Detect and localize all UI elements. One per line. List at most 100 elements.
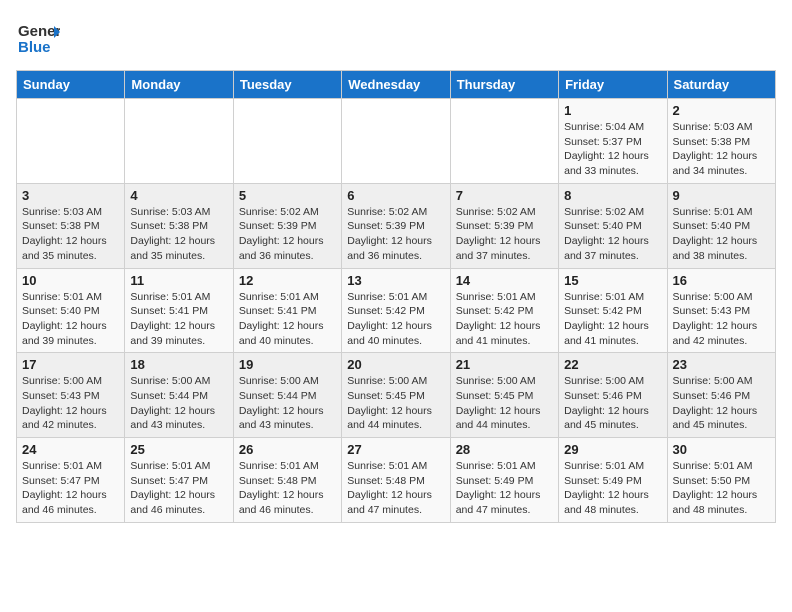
day-number: 13 <box>347 273 444 288</box>
calendar-cell: 26Sunrise: 5:01 AM Sunset: 5:48 PM Dayli… <box>233 438 341 523</box>
calendar-cell: 21 Sunrise: 5:00 AM Sunset: 5:45 PM Dayli… <box>450 353 558 438</box>
day-number: 3 <box>22 188 119 203</box>
calendar-header-thursday: Thursday <box>450 71 558 99</box>
calendar-week-row: 3Sunrise: 5:03 AM Sunset: 5:38 PM Daylig… <box>17 183 776 268</box>
calendar-cell: 20 Sunrise: 5:00 AM Sunset: 5:45 PM Dayli… <box>342 353 450 438</box>
day-number: 25 <box>130 442 227 457</box>
calendar-cell: 18 Sunrise: 5:00 AM Sunset: 5:44 PM Dayli… <box>125 353 233 438</box>
day-number: 21 <box>456 357 553 372</box>
day-number: 22 <box>564 357 661 372</box>
day-number: 28 <box>456 442 553 457</box>
calendar-cell <box>342 99 450 184</box>
svg-text:General: General <box>18 23 60 40</box>
day-number: 12 <box>239 273 336 288</box>
day-number: 5 <box>239 188 336 203</box>
day-info: Sunrise: 5:02 AM Sunset: 5:39 PM Dayligh… <box>347 205 444 264</box>
calendar-cell: 29Sunrise: 5:01 AM Sunset: 5:49 PM Dayli… <box>559 438 667 523</box>
calendar-header-sunday: Sunday <box>17 71 125 99</box>
calendar-cell: 5 Sunrise: 5:02 AM Sunset: 5:39 PM Daylig… <box>233 183 341 268</box>
day-info: Sunrise: 5:02 AM Sunset: 5:39 PM Dayligh… <box>239 205 336 264</box>
day-info: Sunrise: 5:01 AM Sunset: 5:41 PM Dayligh… <box>239 290 336 349</box>
calendar-table: SundayMondayTuesdayWednesdayThursdayFrid… <box>16 70 776 523</box>
day-info: Sunrise: 5:01 AM Sunset: 5:47 PM Dayligh… <box>22 459 119 518</box>
day-info: Sunrise: 5:01 AM Sunset: 5:40 PM Dayligh… <box>22 290 119 349</box>
day-number: 27 <box>347 442 444 457</box>
calendar-week-row: 1 Sunrise: 5:04 AM Sunset: 5:37 PM Daylig… <box>17 99 776 184</box>
day-number: 24 <box>22 442 119 457</box>
calendar-cell <box>450 99 558 184</box>
calendar-cell: 28 Sunrise: 5:01 AM Sunset: 5:49 PM Dayli… <box>450 438 558 523</box>
calendar-cell: 22 Sunrise: 5:00 AM Sunset: 5:46 PM Dayli… <box>559 353 667 438</box>
day-info: Sunrise: 5:01 AM Sunset: 5:40 PM Dayligh… <box>673 205 770 264</box>
day-info: Sunrise: 5:01 AM Sunset: 5:49 PM Dayligh… <box>564 459 661 518</box>
calendar-cell: 13 Sunrise: 5:01 AM Sunset: 5:42 PM Dayli… <box>342 268 450 353</box>
calendar-header-row: SundayMondayTuesdayWednesdayThursdayFrid… <box>17 71 776 99</box>
calendar-cell: 30 Sunrise: 5:01 AM Sunset: 5:50 PM Dayli… <box>667 438 775 523</box>
day-number: 30 <box>673 442 770 457</box>
day-info: Sunrise: 5:02 AM Sunset: 5:40 PM Dayligh… <box>564 205 661 264</box>
calendar-cell: 15 Sunrise: 5:01 AM Sunset: 5:42 PM Dayli… <box>559 268 667 353</box>
logo: General Blue <box>16 16 60 60</box>
day-number: 19 <box>239 357 336 372</box>
day-number: 1 <box>564 103 661 118</box>
calendar-cell: 19Sunrise: 5:00 AM Sunset: 5:44 PM Dayli… <box>233 353 341 438</box>
day-number: 10 <box>22 273 119 288</box>
day-number: 18 <box>130 357 227 372</box>
day-info: Sunrise: 5:01 AM Sunset: 5:48 PM Dayligh… <box>239 459 336 518</box>
calendar-cell: 25 Sunrise: 5:01 AM Sunset: 5:47 PM Dayli… <box>125 438 233 523</box>
day-info: Sunrise: 5:01 AM Sunset: 5:42 PM Dayligh… <box>456 290 553 349</box>
day-info: Sunrise: 5:00 AM Sunset: 5:43 PM Dayligh… <box>22 374 119 433</box>
svg-text:Blue: Blue <box>18 39 51 56</box>
day-info: Sunrise: 5:00 AM Sunset: 5:44 PM Dayligh… <box>130 374 227 433</box>
day-info: Sunrise: 5:03 AM Sunset: 5:38 PM Dayligh… <box>673 120 770 179</box>
day-info: Sunrise: 5:00 AM Sunset: 5:46 PM Dayligh… <box>673 374 770 433</box>
day-info: Sunrise: 5:01 AM Sunset: 5:41 PM Dayligh… <box>130 290 227 349</box>
calendar-cell: 6 Sunrise: 5:02 AM Sunset: 5:39 PM Daylig… <box>342 183 450 268</box>
day-number: 16 <box>673 273 770 288</box>
day-number: 11 <box>130 273 227 288</box>
calendar-cell <box>125 99 233 184</box>
day-number: 8 <box>564 188 661 203</box>
day-info: Sunrise: 5:00 AM Sunset: 5:45 PM Dayligh… <box>456 374 553 433</box>
calendar-cell: 1 Sunrise: 5:04 AM Sunset: 5:37 PM Daylig… <box>559 99 667 184</box>
calendar-body: 1 Sunrise: 5:04 AM Sunset: 5:37 PM Daylig… <box>17 99 776 523</box>
day-number: 15 <box>564 273 661 288</box>
calendar-cell <box>17 99 125 184</box>
day-info: Sunrise: 5:01 AM Sunset: 5:50 PM Dayligh… <box>673 459 770 518</box>
calendar-week-row: 17 Sunrise: 5:00 AM Sunset: 5:43 PM Dayli… <box>17 353 776 438</box>
calendar-cell: 2 Sunrise: 5:03 AM Sunset: 5:38 PM Daylig… <box>667 99 775 184</box>
day-number: 6 <box>347 188 444 203</box>
calendar-cell: 17 Sunrise: 5:00 AM Sunset: 5:43 PM Dayli… <box>17 353 125 438</box>
calendar-cell <box>233 99 341 184</box>
page-header: General Blue <box>16 16 776 60</box>
calendar-cell: 9Sunrise: 5:01 AM Sunset: 5:40 PM Daylig… <box>667 183 775 268</box>
day-info: Sunrise: 5:01 AM Sunset: 5:42 PM Dayligh… <box>347 290 444 349</box>
day-info: Sunrise: 5:00 AM Sunset: 5:45 PM Dayligh… <box>347 374 444 433</box>
day-info: Sunrise: 5:02 AM Sunset: 5:39 PM Dayligh… <box>456 205 553 264</box>
calendar-cell: 24 Sunrise: 5:01 AM Sunset: 5:47 PM Dayli… <box>17 438 125 523</box>
calendar-cell: 16Sunrise: 5:00 AM Sunset: 5:43 PM Dayli… <box>667 268 775 353</box>
calendar-cell: 23 Sunrise: 5:00 AM Sunset: 5:46 PM Dayli… <box>667 353 775 438</box>
calendar-header-wednesday: Wednesday <box>342 71 450 99</box>
day-info: Sunrise: 5:04 AM Sunset: 5:37 PM Dayligh… <box>564 120 661 179</box>
calendar-cell: 12 Sunrise: 5:01 AM Sunset: 5:41 PM Dayli… <box>233 268 341 353</box>
day-number: 14 <box>456 273 553 288</box>
logo-icon: General Blue <box>16 16 60 60</box>
day-number: 2 <box>673 103 770 118</box>
calendar-cell: 4Sunrise: 5:03 AM Sunset: 5:38 PM Daylig… <box>125 183 233 268</box>
day-number: 17 <box>22 357 119 372</box>
calendar-cell: 27Sunrise: 5:01 AM Sunset: 5:48 PM Dayli… <box>342 438 450 523</box>
day-number: 23 <box>673 357 770 372</box>
calendar-week-row: 10 Sunrise: 5:01 AM Sunset: 5:40 PM Dayli… <box>17 268 776 353</box>
calendar-cell: 10 Sunrise: 5:01 AM Sunset: 5:40 PM Dayli… <box>17 268 125 353</box>
calendar-header-tuesday: Tuesday <box>233 71 341 99</box>
day-info: Sunrise: 5:01 AM Sunset: 5:49 PM Dayligh… <box>456 459 553 518</box>
calendar-cell: 14 Sunrise: 5:01 AM Sunset: 5:42 PM Dayli… <box>450 268 558 353</box>
day-info: Sunrise: 5:00 AM Sunset: 5:46 PM Dayligh… <box>564 374 661 433</box>
day-number: 20 <box>347 357 444 372</box>
day-info: Sunrise: 5:01 AM Sunset: 5:42 PM Dayligh… <box>564 290 661 349</box>
calendar-cell: 3Sunrise: 5:03 AM Sunset: 5:38 PM Daylig… <box>17 183 125 268</box>
day-number: 4 <box>130 188 227 203</box>
calendar-cell: 8 Sunrise: 5:02 AM Sunset: 5:40 PM Daylig… <box>559 183 667 268</box>
day-info: Sunrise: 5:01 AM Sunset: 5:47 PM Dayligh… <box>130 459 227 518</box>
